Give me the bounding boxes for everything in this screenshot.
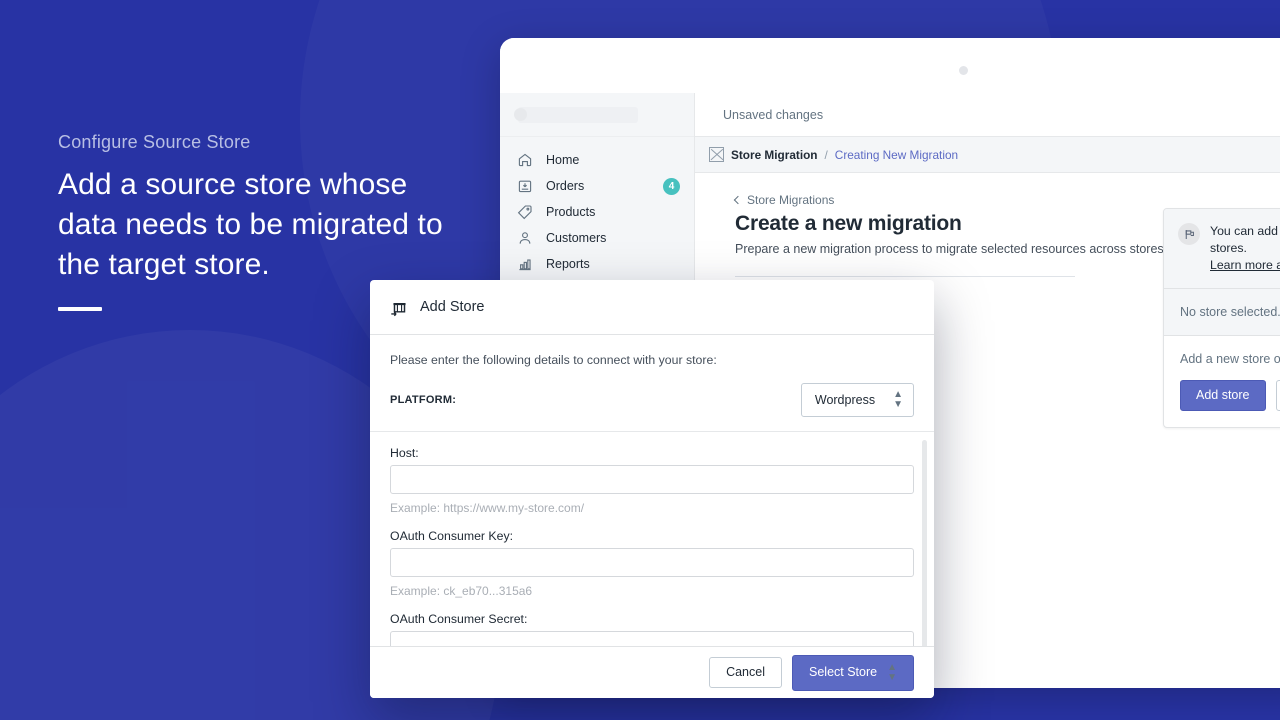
sidebar-item-label: Home xyxy=(546,153,680,167)
modal-footer: Cancel Select Store ▲▼ xyxy=(370,646,934,698)
select-updown-icon: ▲▼ xyxy=(893,390,903,410)
platform-selected-value: Wordpress xyxy=(815,393,875,407)
host-help-text: Example: https://www.my-store.com/ xyxy=(390,501,914,515)
orders-badge: 4 xyxy=(663,178,680,195)
promo-underline-rule xyxy=(58,307,102,311)
sidebar-item-products[interactable]: Products xyxy=(500,199,694,225)
back-link-label: Store Migrations xyxy=(747,193,834,207)
breadcrumb-current[interactable]: Creating New Migration xyxy=(835,148,958,162)
flag-icon xyxy=(1178,223,1200,245)
sidebar-item-reports[interactable]: Reports xyxy=(500,251,694,277)
platform-label: PLATFORM: xyxy=(390,394,456,406)
platform-select[interactable]: Wordpress ▲▼ xyxy=(801,383,914,417)
add-store-modal: Add Store Please enter the following det… xyxy=(370,280,934,698)
store-selection-card: You can add a new store or select one fr… xyxy=(1163,208,1280,428)
home-icon xyxy=(516,151,534,169)
platform-row: PLATFORM: Wordpress ▲▼ xyxy=(390,383,914,417)
oauth-consumer-secret-field-group: OAuth Consumer Secret: xyxy=(390,612,914,646)
sidebar-item-label: Reports xyxy=(546,257,680,271)
oauth-consumer-secret-label: OAuth Consumer Secret: xyxy=(390,612,914,626)
modal-title: Add Store xyxy=(420,299,485,315)
section-divider xyxy=(735,276,1075,277)
learn-more-link[interactable]: Learn more about adding new stores. xyxy=(1210,258,1280,272)
host-input[interactable] xyxy=(390,465,914,494)
info-banner-body: You can add a new store or select one fr… xyxy=(1210,223,1280,274)
sidebar-logo-placeholder xyxy=(518,107,638,123)
sidebar-item-label: Products xyxy=(546,205,680,219)
connected-stores-button[interactable]: Connected stores xyxy=(1276,380,1280,411)
back-to-store-migrations-link[interactable]: Store Migrations xyxy=(735,193,1280,207)
breadcrumb-app-name[interactable]: Store Migration xyxy=(731,148,818,162)
app-placeholder-icon xyxy=(709,147,724,162)
oauth-consumer-key-help-text: Example: ck_eb70...315a6 xyxy=(390,584,914,598)
store-card-helper-text: Add a new store or select one from previ… xyxy=(1180,352,1280,366)
store-card-footer: Add a new store or select one from previ… xyxy=(1164,336,1280,427)
promo-eyebrow: Configure Source Store xyxy=(58,132,458,153)
modal-intro-text: Please enter the following details to co… xyxy=(390,353,914,367)
sidebar-item-orders[interactable]: Orders 4 xyxy=(500,173,694,199)
host-field-group: Host: Example: https://www.my-store.com/ xyxy=(390,446,914,515)
customers-icon xyxy=(516,229,534,247)
oauth-consumer-key-input[interactable] xyxy=(390,548,914,577)
sidebar-item-home[interactable]: Home xyxy=(500,147,694,173)
oauth-consumer-key-label: OAuth Consumer Key: xyxy=(390,529,914,543)
modal-form-scroll-area: Host: Example: https://www.my-store.com/… xyxy=(370,432,934,646)
oauth-consumer-key-field-group: OAuth Consumer Key: Example: ck_eb70...3… xyxy=(390,529,914,598)
cancel-button[interactable]: Cancel xyxy=(709,657,782,688)
no-store-selected-state: No store selected. xyxy=(1164,289,1280,336)
chevron-left-icon xyxy=(734,196,742,204)
orders-icon xyxy=(516,177,534,195)
info-banner-text: You can add a new store or select one fr… xyxy=(1210,224,1280,255)
sidebar-nav: Home Orders 4 xyxy=(500,137,694,277)
promo-title: Add a source store whose data needs to b… xyxy=(58,165,458,285)
store-add-icon xyxy=(390,298,409,317)
breadcrumb: Store Migration / Creating New Migration xyxy=(695,137,1280,173)
sidebar-item-label: Orders xyxy=(546,179,651,193)
breadcrumb-separator: / xyxy=(825,148,828,162)
add-store-button[interactable]: Add store xyxy=(1180,380,1266,411)
sidebar-item-label: Customers xyxy=(546,231,680,245)
modal-scrollbar[interactable] xyxy=(922,440,927,646)
modal-header: Add Store xyxy=(370,280,934,335)
sidebar-logo[interactable] xyxy=(500,93,694,137)
sidebar-item-customers[interactable]: Customers xyxy=(500,225,694,251)
topbar-status-dot xyxy=(959,66,968,75)
app-topbar xyxy=(500,38,1280,93)
unsaved-changes-bar: Unsaved changes xyxy=(695,93,1280,137)
products-tag-icon xyxy=(516,203,534,221)
reports-bar-chart-icon xyxy=(516,255,534,273)
info-banner: You can add a new store or select one fr… xyxy=(1164,209,1280,289)
modal-intro-section: Please enter the following details to co… xyxy=(370,335,934,432)
oauth-consumer-secret-input[interactable] xyxy=(390,631,914,646)
select-store-updown-icon: ▲▼ xyxy=(887,663,897,683)
select-store-label: Select Store xyxy=(809,665,877,680)
unsaved-changes-label: Unsaved changes xyxy=(723,108,823,122)
store-card-button-row: Add store Connected stores xyxy=(1180,380,1280,411)
host-label: Host: xyxy=(390,446,914,460)
select-store-button[interactable]: Select Store ▲▼ xyxy=(792,655,914,691)
